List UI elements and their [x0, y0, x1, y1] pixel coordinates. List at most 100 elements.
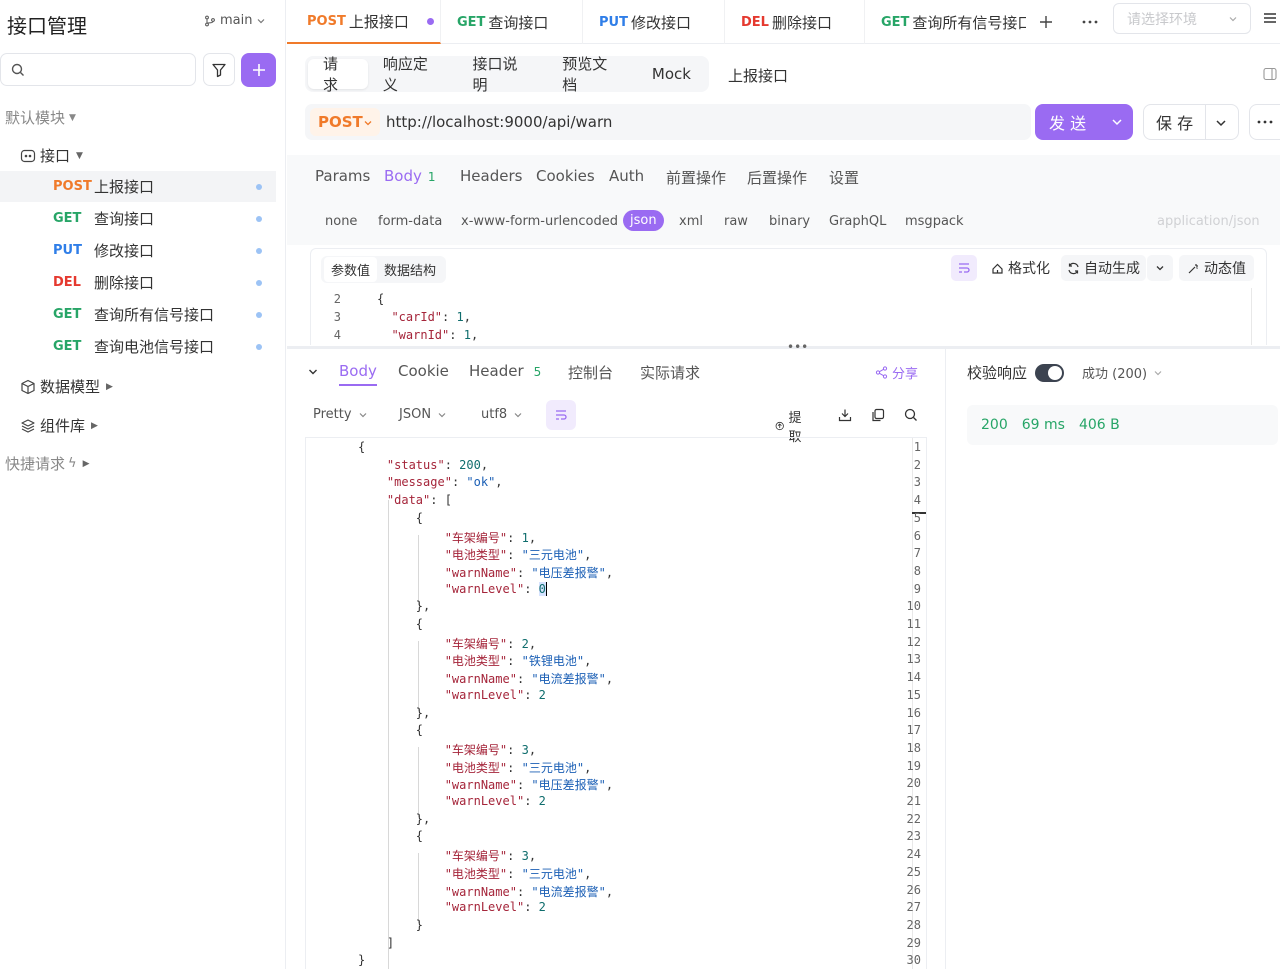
chevron-down-icon: [258, 18, 265, 23]
method-select[interactable]: POST: [310, 108, 380, 136]
panel-divider[interactable]: [287, 346, 1280, 349]
sidebar-item-data-model[interactable]: 数据模型 ▶: [20, 376, 220, 397]
tab-actual-request[interactable]: 实际请求: [640, 362, 700, 383]
body-type-form-data[interactable]: form-data: [378, 214, 442, 229]
tab-headers[interactable]: Headers: [460, 167, 522, 185]
menu-icon[interactable]: [1263, 11, 1277, 25]
code-line: "电池类型": "铁锂电池",: [444, 654, 592, 669]
method-badge: GET: [53, 307, 82, 322]
caret-right-icon: ▶: [91, 420, 98, 431]
body-type-msgpack[interactable]: msgpack: [905, 214, 964, 229]
sidebar-item-del-delete[interactable]: DEL 删除接口: [0, 267, 276, 298]
url-input[interactable]: http://localhost:9000/api/warn: [386, 113, 612, 131]
share-button[interactable]: 分享: [875, 363, 918, 382]
wrap-button[interactable]: [546, 400, 576, 430]
filter-icon: [212, 63, 226, 77]
tab-post-report[interactable]: POST 上报接口: [287, 0, 441, 44]
tab-get-all-signals[interactable]: GET 查询所有信号接口: [865, 0, 1026, 44]
subtab-mock[interactable]: Mock: [637, 59, 706, 89]
line-number: 14: [906, 670, 921, 685]
tab-post-processors[interactable]: 后置操作: [747, 167, 807, 188]
code-line: }: [358, 953, 366, 968]
tab-response-body[interactable]: Body: [339, 362, 377, 386]
tab-del-delete[interactable]: DEL 删除接口: [725, 0, 865, 44]
environment-select[interactable]: 请选择环境: [1113, 3, 1251, 34]
body-type-urlencoded[interactable]: x-www-form-urlencoded: [461, 214, 618, 229]
line-number: 4: [333, 328, 341, 342]
tab-response-header[interactable]: Header 5: [469, 362, 541, 380]
body-type-json[interactable]: json: [623, 210, 664, 231]
code-line: "warnId": 1,: [391, 328, 479, 342]
segment-values[interactable]: 参数值: [324, 257, 378, 282]
branch-selector[interactable]: main: [204, 13, 266, 28]
encoding-select[interactable]: utf8: [481, 407, 523, 422]
body-type-selector: none form-data x-www-form-urlencoded jso…: [287, 199, 1280, 245]
sidebar-item-quick-request[interactable]: 快捷请求 ϟ ▶: [5, 453, 205, 474]
download-icon[interactable]: [838, 408, 852, 422]
sidebar-item-components[interactable]: 组件库 ▶: [20, 415, 220, 436]
code-line: "warnLevel": 2: [444, 687, 546, 702]
body-type-none[interactable]: none: [325, 214, 357, 229]
more-icon[interactable]: [1082, 20, 1098, 24]
tab-put-update[interactable]: PUT 修改接口: [583, 0, 725, 44]
wrap-button[interactable]: [951, 255, 977, 281]
body-type-binary[interactable]: binary: [769, 214, 810, 229]
autogen-dropdown[interactable]: [1147, 255, 1173, 281]
collapse-icon[interactable]: [308, 367, 318, 377]
subtab-api-description[interactable]: 接口说明: [458, 55, 548, 94]
refresh-icon: [1068, 262, 1079, 274]
filter-button[interactable]: [203, 53, 235, 86]
api-name[interactable]: 上报接口: [728, 65, 788, 86]
body-type-xml[interactable]: xml: [679, 214, 703, 229]
tab-response-cookie[interactable]: Cookie: [398, 362, 449, 380]
panel-toggle-icon[interactable]: [1263, 67, 1277, 81]
add-button[interactable]: [241, 53, 276, 87]
tab-body[interactable]: Body 1: [384, 167, 436, 185]
sidebar-item-post-report[interactable]: POST 上报接口: [0, 171, 276, 202]
tab-console[interactable]: 控制台: [568, 362, 613, 383]
verify-toggle[interactable]: [1035, 363, 1065, 382]
plus-icon[interactable]: [1038, 14, 1054, 30]
more-actions-button[interactable]: [1249, 104, 1280, 140]
copy-icon[interactable]: [871, 408, 885, 422]
line-number: 7: [913, 546, 921, 561]
format-button[interactable]: 格式化: [991, 258, 1050, 278]
search-icon[interactable]: [904, 408, 918, 422]
dynamic-value-button[interactable]: 动态值: [1179, 255, 1254, 281]
tab-cookies[interactable]: Cookies: [536, 167, 595, 185]
response-status-select[interactable]: 成功 (200): [1082, 363, 1163, 382]
sidebar-item-get-query[interactable]: GET 查询接口: [0, 203, 276, 234]
module-default[interactable]: 默认模块 ▼: [5, 107, 76, 128]
tab-pre-processors[interactable]: 前置操作: [666, 167, 726, 188]
sidebar-item-get-battery-signals[interactable]: GET 查询电池信号接口: [0, 331, 276, 362]
subtab-preview-doc[interactable]: 预览文档: [547, 55, 637, 94]
tab-settings[interactable]: 设置: [829, 167, 859, 188]
body-type-raw[interactable]: raw: [724, 214, 748, 229]
tab-get-query[interactable]: GET 查询接口: [441, 0, 583, 44]
sidebar-item-get-all-signals[interactable]: GET 查询所有信号接口: [0, 299, 276, 330]
magic-wand-icon: [1188, 263, 1198, 273]
search-input[interactable]: [0, 53, 196, 86]
autogen-button[interactable]: 自动生成: [1061, 255, 1146, 281]
sidebar-title: 接口管理: [7, 14, 87, 38]
response-size: 406 B: [1078, 417, 1120, 433]
subtab-request[interactable]: 请求: [308, 55, 368, 94]
drag-handle-icon[interactable]: •••: [787, 340, 808, 354]
body-type-graphql[interactable]: GraphQL: [829, 214, 886, 229]
subtab-response-definition[interactable]: 响应定义: [368, 55, 458, 94]
pretty-select[interactable]: Pretty: [313, 407, 368, 422]
response-body-viewer[interactable]: 1 {2 "status": 200, 3 "message": "ok", 4 "d…: [305, 437, 927, 969]
request-body-editor[interactable]: 2 { 3 "carId": 1, 4 "warnId": 1,: [310, 288, 1267, 345]
folder-api[interactable]: 接口 ▼: [20, 145, 220, 166]
save-button[interactable]: 保 存: [1143, 104, 1239, 140]
code-line: "warnName": "电压差报警",: [444, 565, 614, 580]
send-button[interactable]: 发 送: [1035, 104, 1133, 140]
layers-icon: [21, 418, 35, 433]
format-select[interactable]: JSON: [399, 407, 447, 422]
segment-schema[interactable]: 数据结构: [377, 257, 443, 282]
tab-params[interactable]: Params: [315, 167, 370, 185]
count-badge: 1: [427, 170, 436, 184]
format-label: JSON: [399, 407, 432, 422]
tab-auth[interactable]: Auth: [609, 167, 644, 185]
sidebar-item-put-update[interactable]: PUT 修改接口: [0, 235, 276, 266]
